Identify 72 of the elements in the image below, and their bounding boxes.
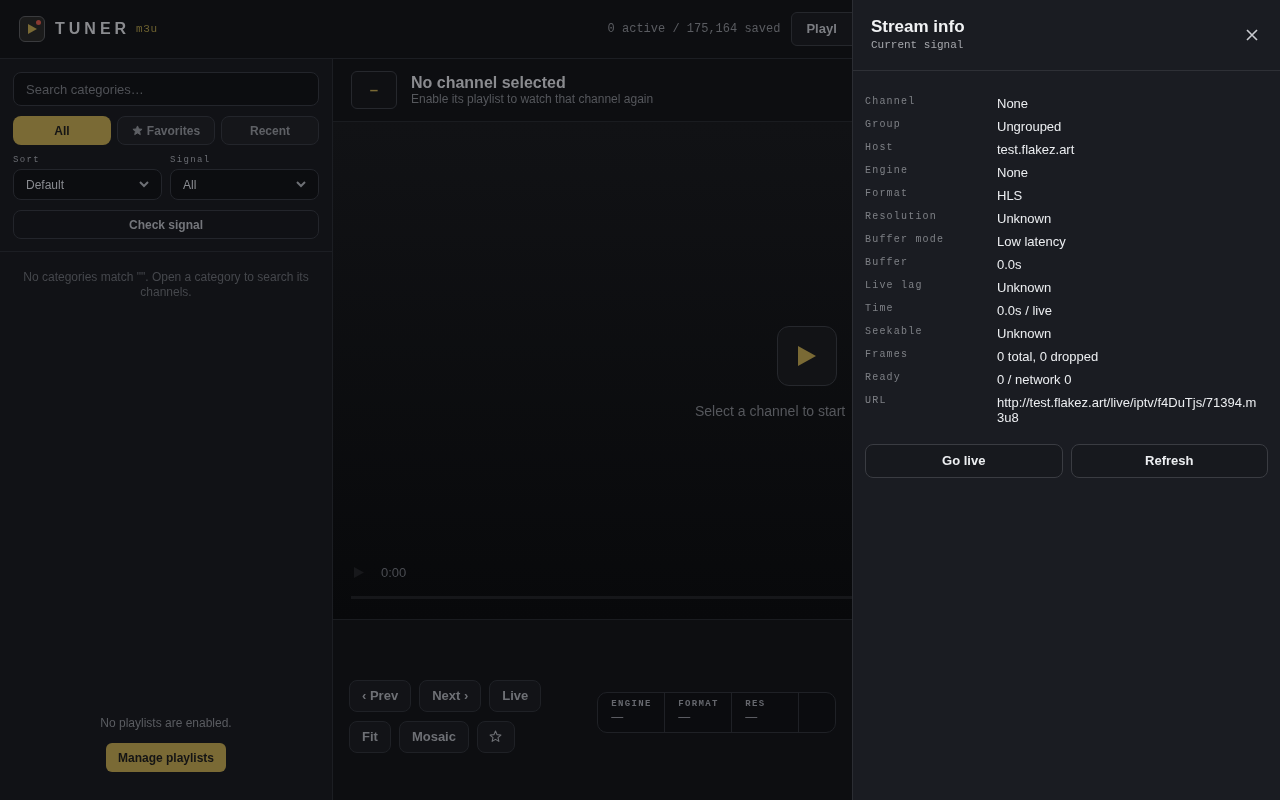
info-label: Ready xyxy=(865,371,902,385)
channel-title: No channel selected xyxy=(411,73,567,92)
manage-playlists-button[interactable]: Manage playlists xyxy=(105,743,226,772)
playback-time: 0:00 xyxy=(381,564,407,582)
info-value: test.flakez.art xyxy=(997,141,1076,159)
logo-icon xyxy=(19,16,45,42)
filter-tab[interactable]: All xyxy=(13,116,111,145)
drawer-title: Stream info xyxy=(871,16,965,37)
info-label: Group xyxy=(865,118,902,132)
info-value: 0.0s / live xyxy=(997,302,1053,320)
info-value: None xyxy=(997,95,1030,113)
channel-subtitle: Enable its playlist to watch that channel again xyxy=(411,91,654,107)
channel-counts: 0 active / 175,164 saved xyxy=(607,21,781,38)
control-button[interactable]: Live xyxy=(489,679,542,712)
info-value: Unknown xyxy=(997,210,1053,228)
stat-value: — xyxy=(678,709,692,724)
info-label: Live lag xyxy=(865,279,924,293)
drawer-button[interactable]: Go live xyxy=(865,444,1063,478)
brand-name: TUNER xyxy=(55,19,131,39)
favorite-button[interactable] xyxy=(476,720,515,753)
info-value: Ungrouped xyxy=(997,118,1063,136)
playlists-button[interactable]: Playl xyxy=(791,12,852,46)
select-dropdown[interactable]: Default xyxy=(13,169,162,200)
info-value: None xyxy=(997,164,1030,182)
info-value: 0 / network 0 xyxy=(997,371,1073,389)
info-label: URL xyxy=(865,394,888,408)
info-value: Unknown xyxy=(997,325,1053,343)
star-icon xyxy=(489,730,503,743)
stat-label: FORMAT xyxy=(678,698,719,710)
info-label: Buffer xyxy=(865,256,910,270)
control-button[interactable]: Mosaic xyxy=(398,720,469,753)
play-button[interactable] xyxy=(777,326,837,386)
brand-tag: m3u xyxy=(136,20,158,38)
info-label: Time xyxy=(865,302,895,316)
info-label: Resolution xyxy=(865,210,938,224)
info-value: 0.0s xyxy=(997,256,1023,274)
close-icon[interactable] xyxy=(1246,29,1258,41)
info-value: Unknown xyxy=(997,279,1053,297)
chevron-icon xyxy=(139,181,149,188)
control-button[interactable]: Fit xyxy=(349,720,391,753)
star-icon xyxy=(131,125,143,136)
player-prompt: Select a channel to start xyxy=(695,402,846,421)
info-value: HLS xyxy=(997,187,1024,205)
play-icon xyxy=(797,345,817,367)
info-value: Low latency xyxy=(997,233,1067,251)
info-label: Buffer mode xyxy=(865,233,946,247)
stat-value: — xyxy=(611,709,625,724)
control-button[interactable]: Next › xyxy=(419,679,482,712)
select-label: Sort xyxy=(13,155,41,166)
stat-label: RES xyxy=(745,698,767,710)
drawer-button[interactable]: Refresh xyxy=(1070,444,1268,478)
select-dropdown[interactable]: All xyxy=(170,169,319,200)
info-value: 0 total, 0 dropped xyxy=(997,348,1100,366)
info-label: Channel xyxy=(865,95,917,109)
info-label: Engine xyxy=(865,164,910,178)
control-button[interactable]: ‹ Prev xyxy=(349,679,412,712)
drawer-subtitle: Current signal xyxy=(871,37,965,53)
info-label: Seekable xyxy=(865,325,924,339)
info-label: Frames xyxy=(865,348,910,362)
search-field[interactable]: Search categories… xyxy=(13,72,319,106)
select-label: Signal xyxy=(170,155,212,166)
chevron-icon xyxy=(296,181,306,188)
filter-tab[interactable]: Favorites xyxy=(117,116,215,145)
check-signal-button[interactable]: Check signal xyxy=(13,210,319,239)
playlists-message: No playlists are enabled. xyxy=(100,715,232,732)
info-value: http://test.flakez.art/live/iptv/f4DuTjs/71394.m3u8 xyxy=(997,394,1258,425)
channel-badge: – xyxy=(351,71,397,109)
filter-tab[interactable]: Recent xyxy=(221,116,319,145)
stat-label: ENGINE xyxy=(611,698,652,710)
info-label: Host xyxy=(865,141,895,155)
stat-value: — xyxy=(745,709,759,724)
info-label: Format xyxy=(865,187,910,201)
